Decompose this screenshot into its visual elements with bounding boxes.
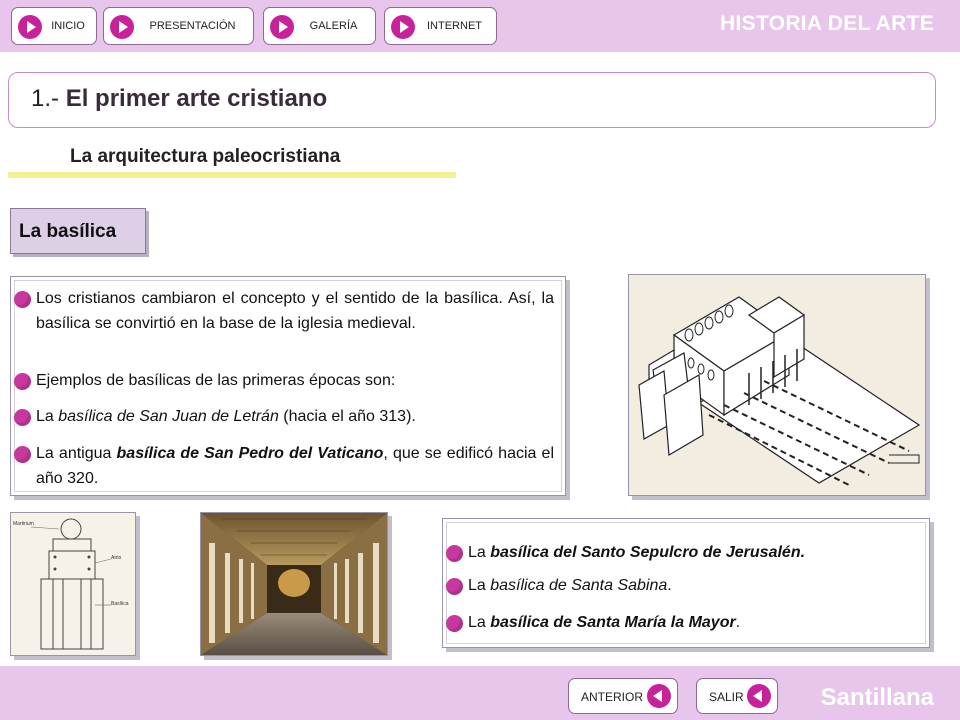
topic-tag: La basílica: [10, 208, 146, 254]
title-box: 1.- El primer arte cristiano: [8, 72, 936, 128]
nav-internet-label: INTERNET: [427, 20, 482, 32]
bullet-icon: [446, 578, 463, 595]
bullet-icon: [446, 615, 463, 632]
bullet-icon: [14, 446, 31, 463]
play-arrow-icon: [18, 15, 42, 39]
example-san-juan: La basílica de San Juan de Letrán (hacia…: [36, 404, 554, 429]
title-text: El primer arte cristiano: [65, 85, 328, 112]
brand-title: HISTORIA DEL ARTE: [720, 12, 934, 35]
basilica-axonometric-image: [628, 274, 926, 496]
basilica-name: basílica de Santa Sabina: [490, 577, 668, 594]
nav-galeria-label: GALERÍA: [309, 20, 358, 32]
list-item: La basílica del Santo Sepulcro de Jerusa…: [446, 540, 926, 565]
salir-label: SALIR: [709, 690, 744, 704]
basilica-name: basílica de Santa María la Mayor: [490, 614, 736, 631]
text-fragment: La: [36, 408, 59, 425]
play-arrow-icon: [391, 15, 415, 39]
bullet-icon: [446, 545, 463, 562]
text-fragment: La: [468, 614, 491, 631]
basilica-floor-plan-drawing: Martirium Atrio Basílica: [11, 513, 135, 655]
text-fragment: (hacia el año 313).: [278, 408, 416, 425]
nav-inicio-button[interactable]: INICIO: [11, 7, 97, 45]
text-fragment: .: [667, 577, 672, 594]
play-arrow-icon: [270, 15, 294, 39]
list-item: Los cristianos cambiaron el concepto y e…: [14, 286, 554, 336]
list-item: La antigua basílica de San Pedro del Vat…: [14, 441, 554, 491]
list-item: Ejemplos de basílicas de las primeras ép…: [14, 368, 554, 393]
bullet-icon: [14, 409, 31, 426]
interior-photo-drawing: [201, 513, 387, 655]
nav-presentacion-button[interactable]: PRESENTACIÓN: [103, 7, 254, 45]
basilica-floor-plan-image: Martirium Atrio Basílica: [10, 512, 136, 656]
bullet-icon: [14, 291, 31, 308]
paragraph-examples: Ejemplos de basílicas de las primeras ép…: [36, 372, 396, 389]
text-fragment: .: [735, 614, 741, 631]
topic-tag-label: La basílica: [19, 221, 117, 242]
section-subtitle: La arquitectura paleocristiana: [70, 146, 341, 167]
bottom-bar: [0, 666, 960, 720]
text-fragment: La: [468, 577, 491, 594]
basilica-interior-photo: [200, 512, 388, 656]
example-san-pedro: La antigua basílica de San Pedro del Vat…: [36, 441, 554, 491]
plan-label: Martirium: [13, 521, 34, 527]
nav-presentacion-label: PRESENTACIÓN: [149, 20, 236, 32]
example-santo-sepulcro: La basílica del Santo Sepulcro de Jerusa…: [468, 540, 926, 565]
anterior-button[interactable]: ANTERIOR: [568, 678, 678, 714]
nav-galeria-button[interactable]: GALERÍA: [263, 7, 376, 45]
anterior-label: ANTERIOR: [581, 690, 644, 704]
nav-inicio-label: INICIO: [51, 20, 85, 32]
plan-label: Basílica: [111, 601, 129, 607]
back-arrow-icon: [747, 684, 771, 708]
title-number: 1.-: [31, 85, 66, 112]
basilica-name: basílica de San Juan de Letrán: [58, 408, 279, 425]
play-arrow-icon: [110, 15, 134, 39]
nav-internet-button[interactable]: INTERNET: [384, 7, 497, 45]
example-santa-maria: La basílica de Santa María la Mayor.: [468, 610, 926, 635]
basilica-name: basílica del Santo Sepulcro de Jerusalén…: [490, 544, 806, 561]
basilica-name: basílica de San Pedro del Vaticano: [116, 445, 384, 462]
list-item: La basílica de San Juan de Letrán (hacia…: [14, 404, 554, 429]
paragraph-concept: Los cristianos cambiaron el concepto y e…: [36, 290, 554, 332]
list-item: La basílica de Santa María la Mayor.: [446, 610, 926, 635]
subtitle-underline: [8, 172, 456, 178]
plan-label: Atrio: [111, 555, 122, 561]
text-fragment: La: [468, 544, 491, 561]
text-fragment: La antigua: [36, 445, 117, 462]
bullet-icon: [14, 373, 31, 390]
basilica-axonometric-drawing: [629, 275, 925, 495]
back-arrow-icon: [647, 684, 671, 708]
example-santa-sabina: La basílica de Santa Sabina.: [468, 573, 926, 598]
publisher-logo: Santillana: [820, 684, 934, 711]
list-item: La basílica de Santa Sabina.: [446, 573, 926, 598]
salir-button[interactable]: SALIR: [696, 678, 778, 714]
page-title: 1.- El primer arte cristiano: [31, 85, 327, 113]
